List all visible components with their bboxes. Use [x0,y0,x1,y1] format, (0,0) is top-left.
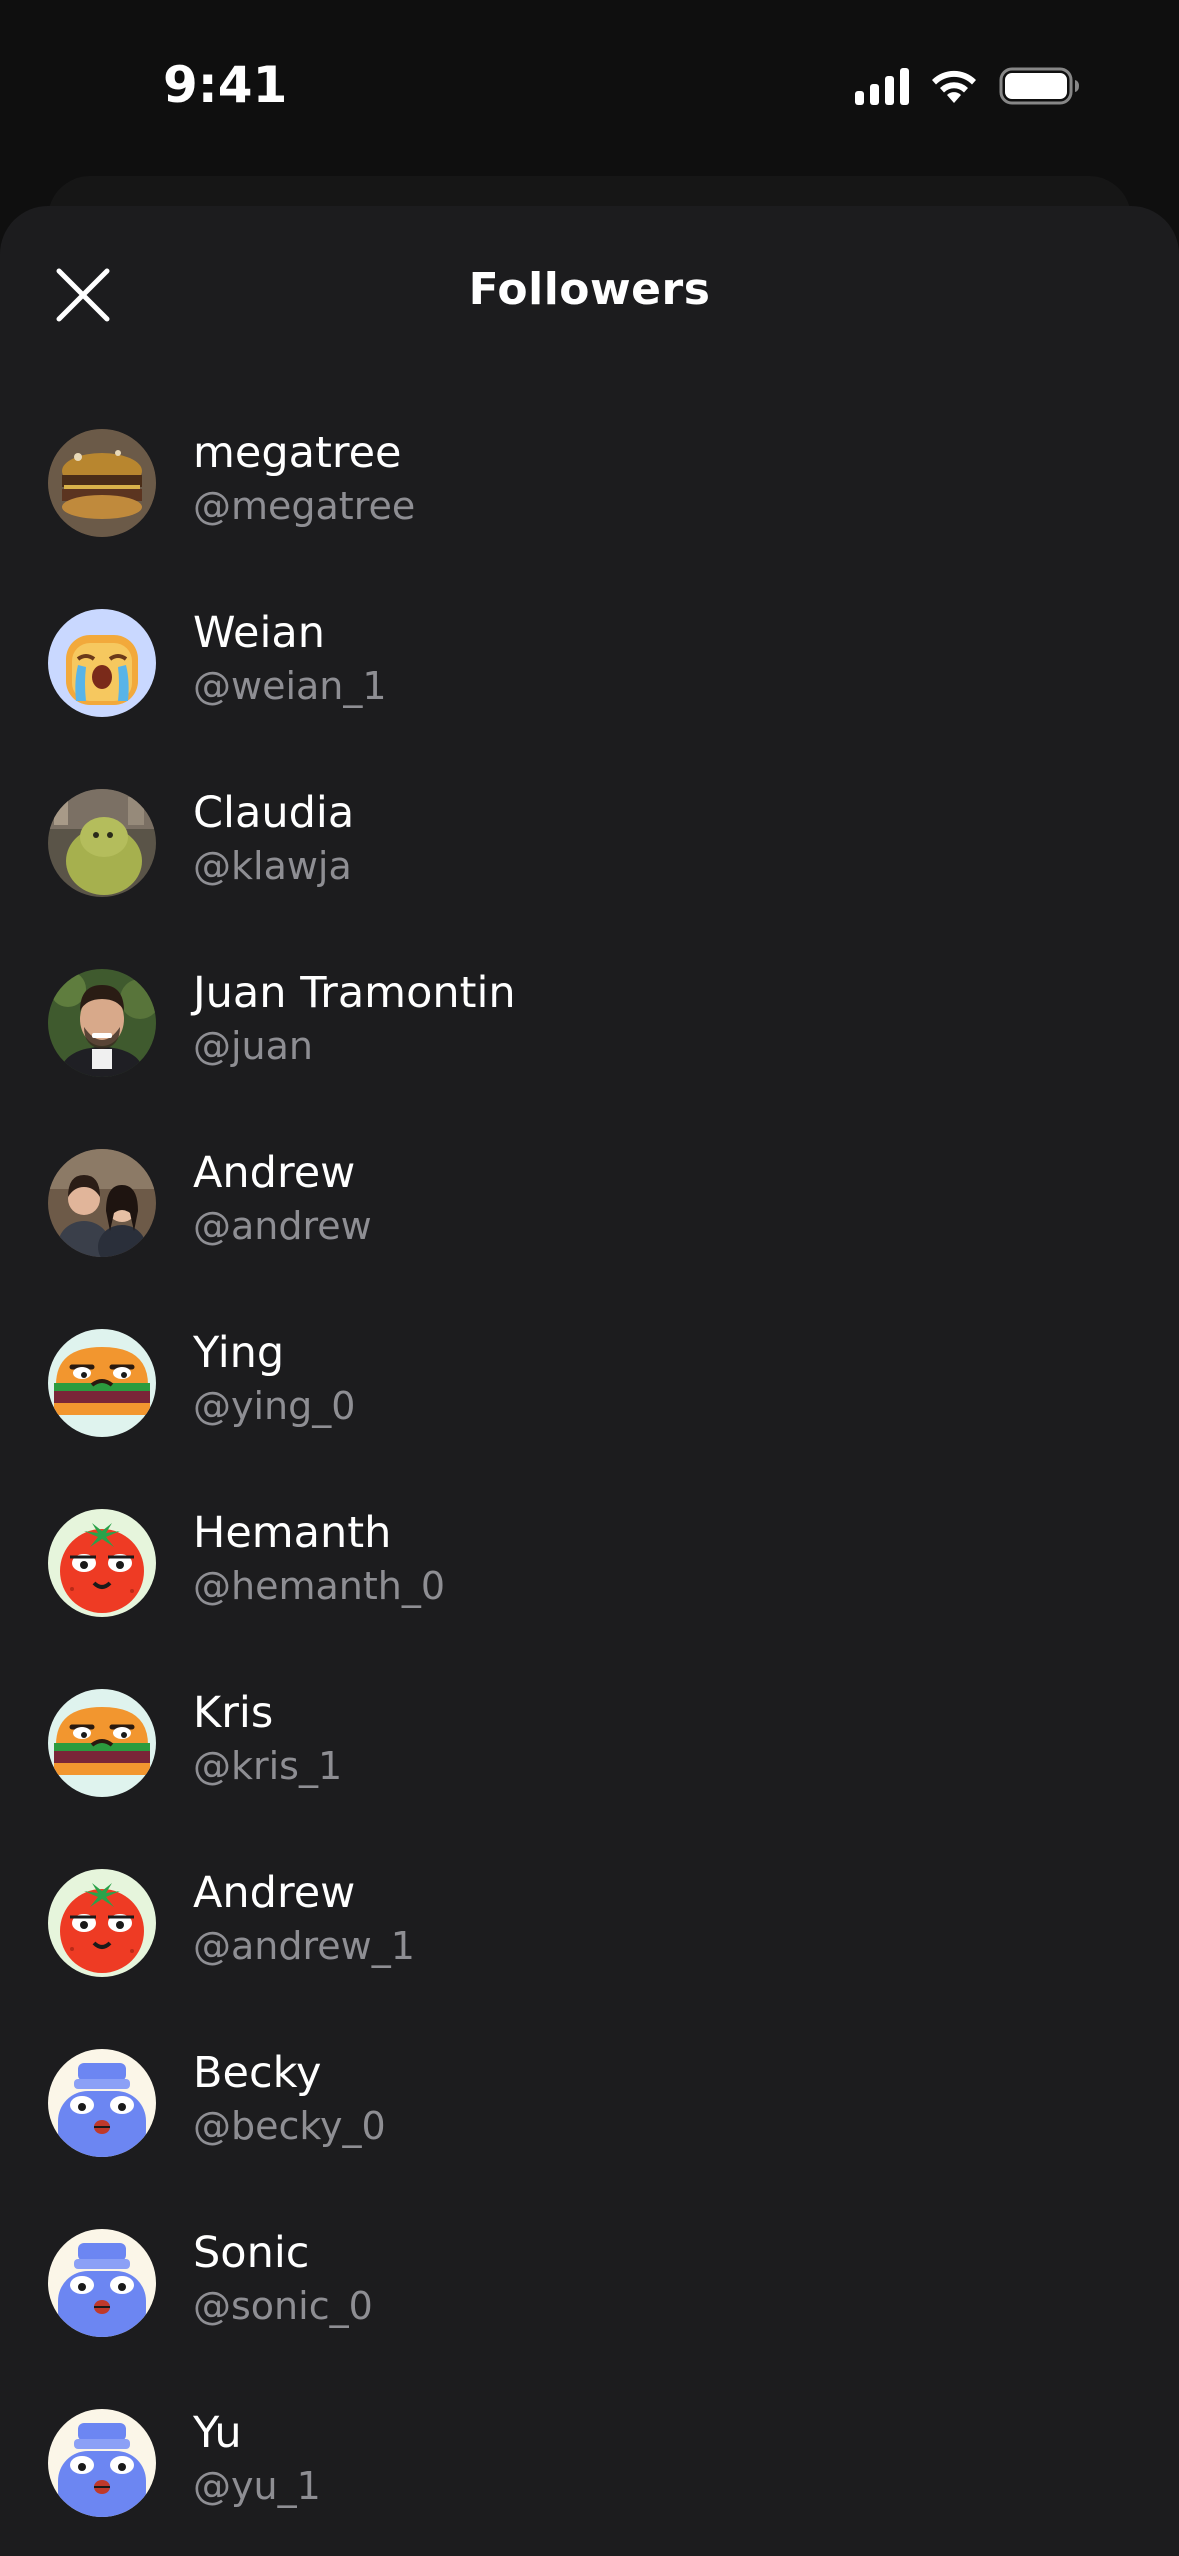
photo-burger-icon [48,429,156,537]
follower-handle: @andrew [193,1204,372,1248]
page-title: Followers [468,264,711,315]
follower-row[interactable]: Juan Tramontin @juan [0,946,1179,1126]
status-icons [855,66,1081,106]
jar-character-icon [48,2409,156,2517]
follower-handle: @kris_1 [193,1744,343,1788]
photo-couple-icon [48,1149,156,1257]
follower-name: Hemanth [193,1508,392,1558]
follower-handle: @yu_1 [193,2464,321,2508]
battery-icon [999,67,1079,105]
wifi-icon [932,70,976,103]
follower-name: Becky [193,2048,322,2098]
follower-row[interactable]: Andrew @andrew [0,1126,1179,1306]
followers-sheet: Followers megatree @megatree Weian @weian_… [0,206,1179,2556]
follower-name: Sonic [193,2228,310,2278]
status-time: 9:41 [163,56,288,114]
follower-name: Claudia [193,788,355,838]
follower-row[interactable]: Sonic @sonic_0 [0,2206,1179,2386]
followers-list: megatree @megatree Weian @weian_1 Claudia @… [0,406,1179,2556]
avatar[interactable] [48,2049,156,2157]
avatar[interactable] [48,969,156,1077]
follower-row[interactable]: Yu @yu_1 [0,2386,1179,2556]
follower-name: Kris [193,1688,274,1738]
follower-handle: @ying_0 [193,1384,356,1428]
follower-name: megatree [193,428,402,478]
avatar[interactable] [48,429,156,537]
cellular-signal-icon [855,67,909,105]
follower-row[interactable]: Hemanth @hemanth_0 [0,1486,1179,1666]
follower-row[interactable]: Weian @weian_1 [0,586,1179,766]
burger-character-icon [48,1329,156,1437]
jar-character-icon [48,2049,156,2157]
burger-character-icon [48,1689,156,1797]
follower-handle: @juan [193,1024,314,1068]
jar-character-icon [48,2229,156,2337]
follower-row[interactable]: Becky @becky_0 [0,2026,1179,2206]
follower-name: Andrew [193,1868,356,1918]
follower-handle: @becky_0 [193,2104,386,2148]
follower-row[interactable]: Claudia @klawja [0,766,1179,946]
follower-row[interactable]: Andrew @andrew_1 [0,1846,1179,2026]
follower-handle: @megatree [193,484,416,528]
follower-row[interactable]: megatree @megatree [0,406,1179,586]
follower-handle: @sonic_0 [193,2284,373,2328]
avatar[interactable] [48,2229,156,2337]
followers-screen: 9:41 Followers megatree @megatree Weian … [0,0,1179,2556]
follower-row[interactable]: Ying @ying_0 [0,1306,1179,1486]
follower-name: Weian [193,608,326,658]
photo-plush-icon [48,789,156,897]
follower-handle: @klawja [193,844,352,888]
follower-handle: @hemanth_0 [193,1564,446,1608]
follower-name: Juan Tramontin [193,968,516,1018]
avatar[interactable] [48,1149,156,1257]
sheet-header: Followers [0,206,1179,376]
avatar[interactable] [48,2409,156,2517]
avatar[interactable] [48,1509,156,1617]
tomato-character-icon [48,1869,156,1977]
avatar[interactable] [48,789,156,897]
follower-handle: @weian_1 [193,664,387,708]
avatar[interactable] [48,1689,156,1797]
toast-emoji-icon [48,609,156,717]
follower-handle: @andrew_1 [193,1924,415,1968]
avatar[interactable] [48,1869,156,1977]
follower-name: Andrew [193,1148,356,1198]
photo-person-icon [48,969,156,1077]
follower-row[interactable]: Kris @kris_1 [0,1666,1179,1846]
follower-name: Yu [193,2408,242,2458]
avatar[interactable] [48,609,156,717]
follower-name: Ying [193,1328,285,1378]
status-bar: 9:41 [0,0,1179,170]
tomato-character-icon [48,1509,156,1617]
avatar[interactable] [48,1329,156,1437]
